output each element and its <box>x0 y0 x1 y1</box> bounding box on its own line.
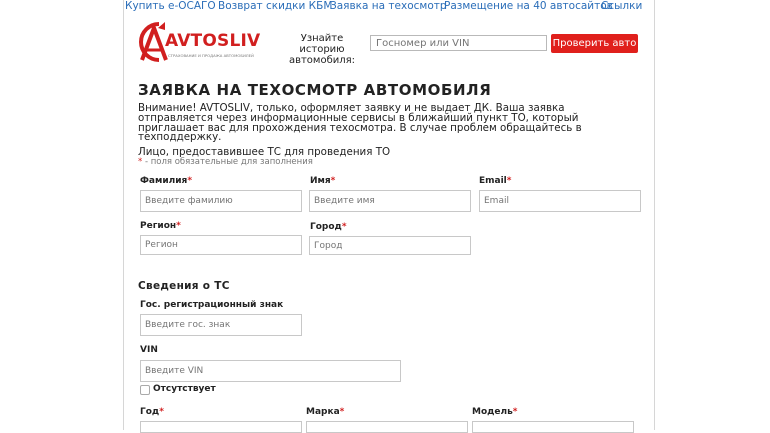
email-input[interactable] <box>479 190 641 212</box>
required-star: * <box>159 407 164 417</box>
history-check-label: Узнайте историю автомобиля: <box>288 33 356 66</box>
firstname-label-text: Имя <box>310 176 331 186</box>
make-select[interactable] <box>306 421 468 433</box>
check-car-button[interactable]: Проверить авто <box>551 34 638 53</box>
year-select[interactable] <box>140 421 302 433</box>
firstname-label: Имя* <box>310 176 335 186</box>
region-label-text: Регион <box>140 221 177 231</box>
city-input[interactable] <box>309 236 471 255</box>
nav-link-links[interactable]: Ссылки <box>601 0 642 13</box>
brand-name[interactable]: AVTOSLIV <box>165 32 260 50</box>
top-nav: Купить е-ОСАГО Возврат скидки КБМ Заявка… <box>125 0 650 14</box>
required-star: * <box>330 176 336 186</box>
vin-absent-label[interactable]: Отсутствует <box>153 384 216 395</box>
nav-link-kbm-refund[interactable]: Возврат скидки КБМ <box>218 0 332 13</box>
year-label: Год* <box>140 407 164 417</box>
vin-absent-checkbox[interactable] <box>140 385 150 395</box>
model-select[interactable] <box>472 421 634 433</box>
make-label-text: Марка <box>306 407 340 417</box>
make-label: Марка* <box>306 407 344 417</box>
plate-label: Гос. регистрационный знак <box>140 300 284 310</box>
plate-input[interactable] <box>140 314 302 336</box>
email-label-text: Email <box>479 176 507 186</box>
required-note: * - поля обязательные для заполнения <box>138 157 313 167</box>
region-label: Регион* <box>140 221 181 231</box>
required-note-text: - поля обязательные для заполнения <box>142 157 313 167</box>
vin-label: VIN <box>140 345 158 355</box>
email-label: Email* <box>479 176 512 186</box>
page-title: ЗАЯВКА НА ТЕХОСМОТР АВТОМОБИЛЯ <box>138 81 492 99</box>
city-label-text: Город <box>310 222 342 232</box>
required-star: * <box>506 176 512 186</box>
history-search-input[interactable] <box>370 35 547 51</box>
city-label: Город* <box>310 222 347 232</box>
vehicle-section-heading: Сведения о ТС <box>138 280 230 292</box>
required-star: * <box>187 176 193 186</box>
model-label: Модель* <box>472 407 518 417</box>
vin-input[interactable] <box>140 360 401 382</box>
lastname-input[interactable] <box>140 190 302 212</box>
required-star: * <box>341 222 347 232</box>
brand-tagline: СТРАХОВАНИЕ И ПРОДАЖА АВТОМОБИЛЕЙ <box>168 53 254 58</box>
notice-text: Внимание! AVTOSLIV, только, оформляет за… <box>138 102 582 144</box>
firstname-input[interactable] <box>309 190 471 212</box>
nav-link-autosites-placement[interactable]: Размещение на 40 автосайтов <box>444 0 613 13</box>
lastname-label: Фамилия* <box>140 176 192 186</box>
region-input[interactable] <box>140 235 302 255</box>
lastname-label-text: Фамилия <box>140 176 188 186</box>
required-star: * <box>512 407 518 417</box>
nav-link-buy-osago[interactable]: Купить е-ОСАГО <box>125 0 216 13</box>
model-label-text: Модель <box>472 407 513 417</box>
required-star: * <box>176 221 181 231</box>
required-star: * <box>339 407 345 417</box>
nav-link-inspection-request[interactable]: Заявка на техосмотр <box>330 0 447 13</box>
year-label-text: Год <box>140 407 160 417</box>
